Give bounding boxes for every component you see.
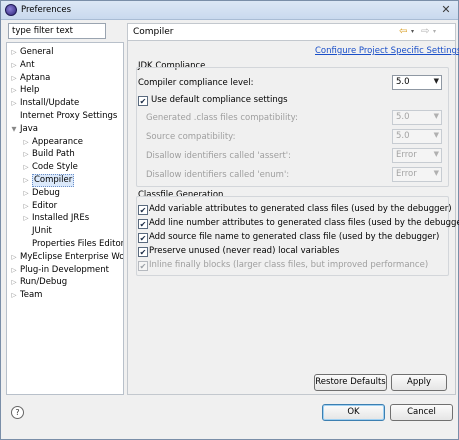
help-icon[interactable]: ? [11, 406, 24, 419]
collapsed-arrow-icon[interactable]: ▷ [10, 251, 18, 264]
tree-item-label: Aptana [20, 72, 51, 83]
filter-input[interactable] [8, 23, 106, 39]
collapsed-arrow-icon[interactable]: ▷ [10, 59, 18, 72]
apply-button[interactable]: Apply [391, 374, 447, 391]
back-dropdown-icon[interactable]: ▾ [411, 26, 414, 38]
page-header: Compiler ⇦ ▾ ⇨ ▾ [128, 24, 455, 41]
tree-item-label: Run/Debug [20, 277, 68, 288]
dropdown-arrow-icon: ▼ [433, 169, 439, 177]
tree-item-label: Compiler [32, 174, 75, 187]
collapsed-arrow-icon[interactable]: ▷ [10, 84, 18, 97]
enum-identifier-select[interactable]: Error ▼ [392, 167, 442, 182]
assert-identifier-value: Error [396, 150, 417, 160]
close-icon[interactable]: ✕ [439, 4, 453, 16]
source-file-name-label: Add source file name to generated class … [149, 232, 440, 242]
tree-item-label: Editor [32, 200, 58, 211]
tree-item-label: MyEclipse Enterprise Wor [20, 251, 124, 262]
restore-defaults-button[interactable]: Restore Defaults [314, 374, 387, 391]
inline-finally-label: Inline finally blocks (larger class file… [149, 260, 429, 270]
preference-page: Compiler ⇦ ▾ ⇨ ▾ Configure Project Speci… [127, 23, 459, 395]
preference-nav: ▷General▷Ant▷Aptana▷Help▷Install/UpdateI… [6, 23, 124, 395]
source-compat-label: Source compatibility: [146, 132, 236, 142]
dropdown-arrow-icon: ▼ [433, 77, 439, 85]
assert-identifier-label: Disallow identifiers called 'assert': [146, 151, 291, 161]
eclipse-icon [5, 4, 17, 16]
variable-attributes-checkbox[interactable]: ✔ [138, 205, 148, 215]
tree-item-label: Team [20, 290, 43, 301]
collapsed-arrow-icon[interactable]: ▷ [10, 72, 18, 85]
collapsed-arrow-icon[interactable]: ▷ [22, 136, 30, 149]
tree-item-label: Code Style [32, 162, 78, 173]
dropdown-arrow-icon: ▼ [433, 150, 439, 158]
preserve-unused-checkbox[interactable]: ✔ [138, 247, 148, 257]
dropdown-arrow-icon: ▼ [433, 112, 439, 120]
tree-item-label: General [20, 47, 54, 57]
collapsed-arrow-icon[interactable]: ▷ [22, 200, 30, 213]
use-default-label: Use default compliance settings [151, 95, 288, 105]
tree-item-label: JUnit [32, 226, 52, 237]
tree-item-label: Debug [32, 187, 60, 198]
cancel-button[interactable]: Cancel [390, 404, 453, 421]
line-number-attributes-checkbox[interactable]: ✔ [138, 219, 148, 229]
enum-identifier-value: Error [396, 169, 417, 179]
enum-identifier-label: Disallow identifiers called 'enum': [146, 170, 290, 180]
collapsed-arrow-icon[interactable]: ▷ [22, 161, 30, 174]
forward-arrow-icon[interactable]: ⇨ [421, 26, 429, 38]
window-title: Preferences [21, 5, 71, 15]
use-default-checkbox[interactable]: ✔ [138, 96, 148, 106]
compliance-level-select[interactable]: 5.0 ▼ [392, 75, 442, 90]
tree-item-label: Internet Proxy Settings [20, 111, 118, 121]
back-arrow-icon[interactable]: ⇦ [399, 26, 407, 38]
collapsed-arrow-icon[interactable]: ▷ [22, 174, 30, 187]
class-compat-value: 5.0 [396, 112, 410, 122]
tree-item-label: Installed JREs [32, 213, 90, 224]
tree-item-label: Install/Update [20, 98, 80, 109]
forward-dropdown-icon[interactable]: ▾ [433, 26, 436, 38]
page-title: Compiler [133, 27, 174, 37]
compliance-level-label: Compiler compliance level: [138, 78, 254, 88]
collapsed-arrow-icon[interactable]: ▷ [10, 97, 18, 110]
ok-button[interactable]: OK [322, 404, 385, 421]
source-file-name-checkbox[interactable]: ✔ [138, 233, 148, 243]
tree-item-label: Plug-in Development [20, 264, 110, 275]
preference-tree[interactable]: ▷ General ▷ Ant ▷ Aptana ▷ Help ▷ Install/Update I… [6, 42, 124, 395]
collapsed-arrow-icon[interactable]: ▷ [10, 289, 18, 302]
variable-attributes-label: Add variable attributes to generated cla… [149, 204, 452, 214]
class-compat-select[interactable]: 5.0 ▼ [392, 110, 442, 125]
collapsed-arrow-icon[interactable]: ▷ [10, 276, 18, 289]
title-bar[interactable]: Preferences ✕ [1, 1, 458, 20]
line-number-attributes-label: Add line number attributes to generated … [149, 218, 459, 228]
class-compat-label: Generated .class files compatibility: [146, 113, 298, 123]
expanded-arrow-icon[interactable]: ▼ [10, 123, 18, 136]
source-compat-select[interactable]: 5.0 ▼ [392, 129, 442, 144]
source-compat-value: 5.0 [396, 131, 410, 141]
collapsed-arrow-icon[interactable]: ▷ [10, 46, 18, 59]
tree-item-label: Appearance [32, 136, 84, 147]
compliance-level-value: 5.0 [396, 77, 410, 87]
collapsed-arrow-icon[interactable]: ▷ [22, 212, 30, 225]
tree-item-label: Build Path [32, 149, 75, 160]
collapsed-arrow-icon[interactable]: ▷ [22, 187, 30, 200]
tree-item-label: Java [20, 123, 38, 134]
inline-finally-checkbox[interactable]: ✔ [138, 261, 148, 271]
preferences-window: Preferences ✕ ▷General▷Ant▷Aptana▷Help▷I… [0, 0, 459, 440]
assert-identifier-select[interactable]: Error ▼ [392, 148, 442, 163]
tree-item-label: Help [20, 85, 40, 96]
collapsed-arrow-icon[interactable]: ▷ [10, 264, 18, 277]
tree-item-label: Properties Files Editor [32, 239, 124, 249]
configure-project-settings-link[interactable]: Configure Project Specific Settings... [315, 46, 459, 56]
collapsed-arrow-icon[interactable]: ▷ [22, 148, 30, 161]
dropdown-arrow-icon: ▼ [433, 131, 439, 139]
preserve-unused-label: Preserve unused (never read) local varia… [149, 246, 340, 256]
tree-item-label: Ant [20, 59, 35, 70]
